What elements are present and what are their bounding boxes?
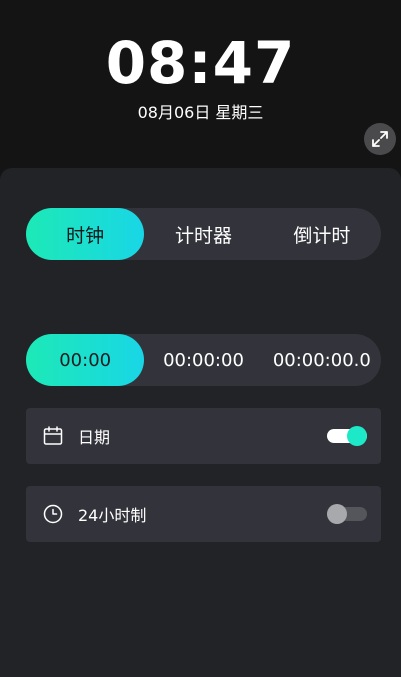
fullscreen-button[interactable] (364, 123, 396, 155)
24-hour-setting-row: 24小时制 (26, 486, 381, 542)
tab-clock[interactable]: 时钟 (26, 208, 145, 260)
format-option-hh-mm-ss[interactable]: 00:00:00 (144, 334, 262, 386)
current-date: 08月06日 星期三 (137, 103, 264, 122)
tab-stopwatch[interactable]: 计时器 (144, 208, 262, 260)
clock-icon (42, 503, 64, 525)
settings-panel: 时钟 计时器 倒计时 00:00 00:00:00 00:00:00.0 日期 (0, 168, 401, 677)
format-option-hh-mm[interactable]: 00:00 (26, 334, 145, 386)
current-time: 08:47 (105, 29, 296, 97)
date-toggle-knob (347, 426, 367, 446)
format-option-hh-mm-ss-tenths[interactable]: 00:00:00.0 (263, 334, 381, 386)
tab-countdown[interactable]: 倒计时 (263, 208, 381, 260)
expand-icon (372, 131, 388, 147)
date-setting-label: 日期 (78, 428, 111, 447)
date-toggle[interactable] (327, 426, 367, 446)
format-selector: 00:00 00:00:00 00:00:00.0 (26, 334, 381, 386)
date-setting-row: 日期 (26, 408, 381, 464)
24-hour-toggle[interactable] (327, 504, 367, 524)
clock-display-area: 08:47 08月06日 星期三 (0, 0, 401, 170)
calendar-icon (42, 425, 64, 447)
24-hour-toggle-knob (327, 504, 347, 524)
24-hour-setting-label: 24小时制 (78, 506, 147, 525)
mode-selector: 时钟 计时器 倒计时 (26, 208, 381, 260)
